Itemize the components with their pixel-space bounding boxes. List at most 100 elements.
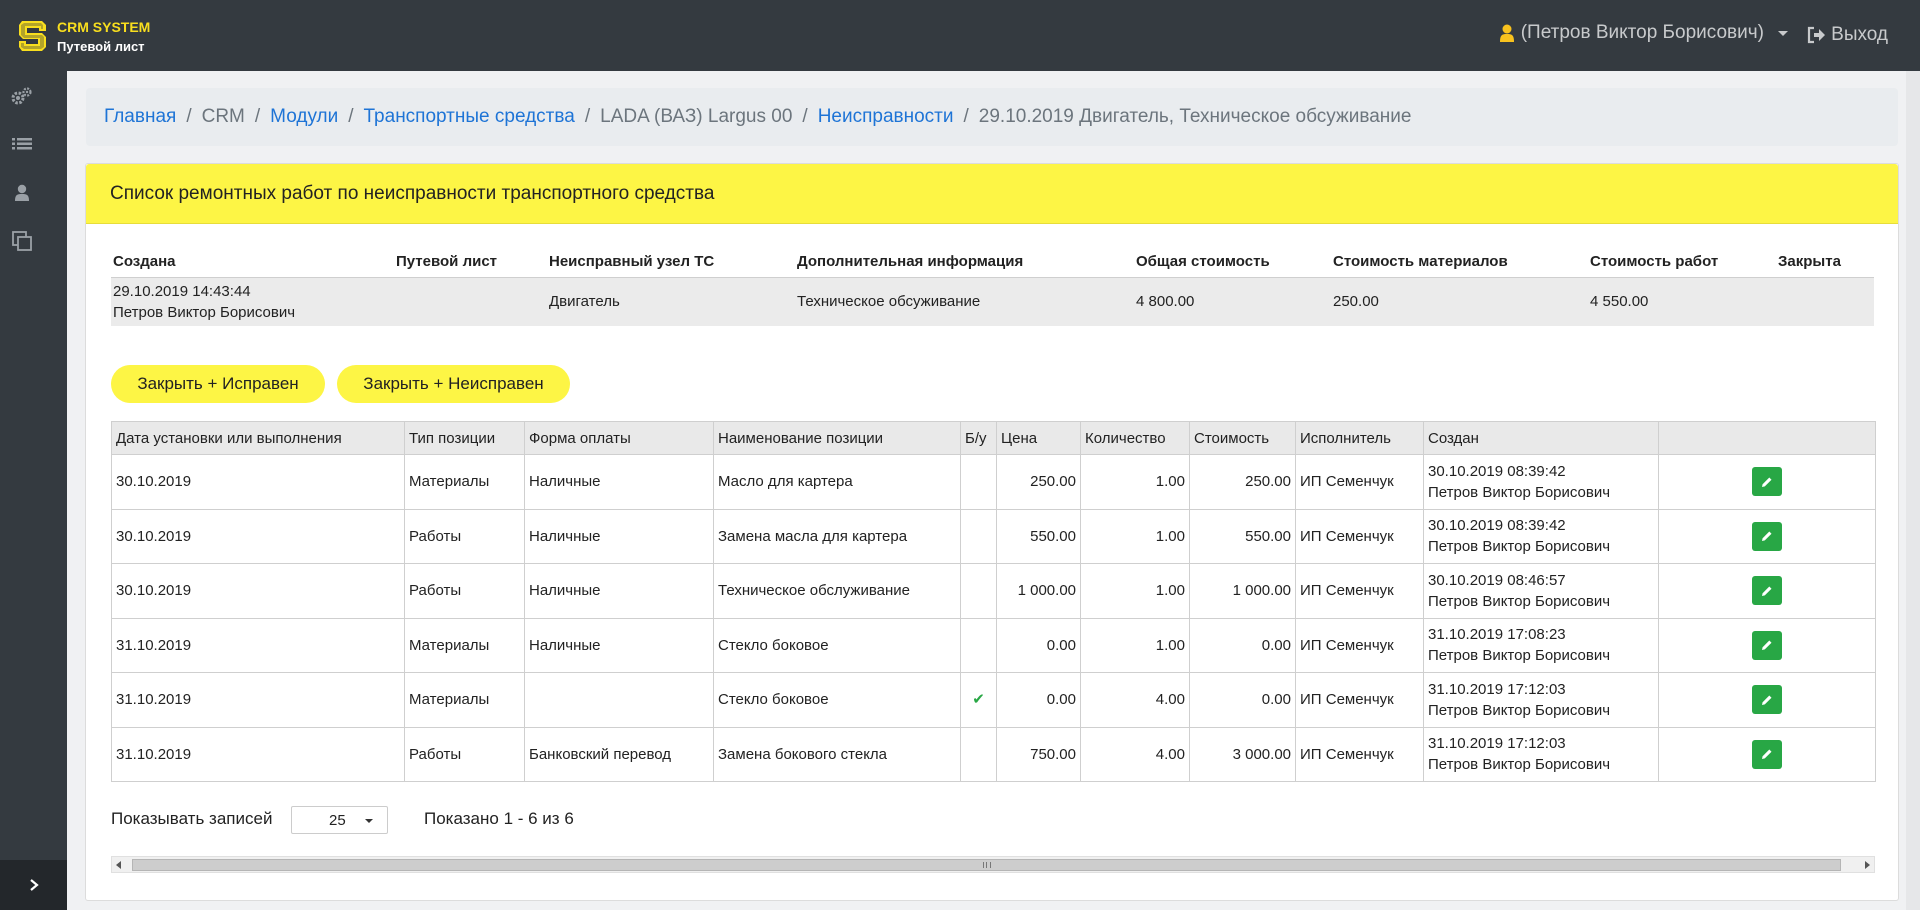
cell-used xyxy=(960,508,997,564)
summary-info: Техническое обсуживание xyxy=(795,277,1134,326)
edit-button[interactable] xyxy=(1752,521,1782,551)
close-faulty-button[interactable]: Закрыть + Неисправен xyxy=(337,365,570,403)
horizontal-scrollbar[interactable] xyxy=(111,856,1875,873)
summary-row: 29.10.2019 14:43:44 Петров Виктор Борисо… xyxy=(111,277,1874,326)
breadcrumb-separator: / xyxy=(802,106,808,127)
cell-executor: ИП Семенчук xyxy=(1295,563,1424,619)
copy-icon[interactable] xyxy=(11,230,33,252)
sidebar-toggle-button[interactable] xyxy=(0,860,67,910)
user-icon xyxy=(1499,24,1514,42)
summary-header-info: Дополнительная информация xyxy=(795,247,1134,278)
breadcrumb-faults[interactable]: Неисправности xyxy=(818,106,954,128)
close-fixed-button[interactable]: Закрыть + Исправен xyxy=(111,365,325,403)
cell-name: Замена масла для картера xyxy=(713,508,961,564)
header-used[interactable]: Б/у xyxy=(960,421,997,455)
cell-actions xyxy=(1658,508,1876,564)
created-at: 31.10.2019 17:08:23 xyxy=(1428,626,1566,644)
breadcrumb-separator: / xyxy=(584,106,591,127)
summary-works: 4 550.00 xyxy=(1588,277,1776,326)
summary-header-created: Создана xyxy=(111,247,394,278)
summary-header-total: Общая стоимость xyxy=(1134,247,1331,278)
scrollbar-thumb[interactable] xyxy=(132,859,1841,871)
cell-cost: 250.00 xyxy=(1189,454,1296,510)
cell-created: 31.10.2019 17:12:03 Петров Виктор Борисо… xyxy=(1423,672,1659,728)
brand[interactable]: CRM SYSTEM Путевой лист xyxy=(57,18,150,56)
logout-link[interactable]: Выход xyxy=(1807,24,1888,46)
header-created[interactable]: Создан xyxy=(1423,421,1659,455)
table-row: 30.10.2019 Материалы Наличные Масло для … xyxy=(111,454,1876,510)
cell-payment: Наличные xyxy=(524,617,714,673)
summary-header-materials: Стоимость материалов xyxy=(1331,247,1588,278)
cell-created: 31.10.2019 17:12:03 Петров Виктор Борисо… xyxy=(1423,726,1659,782)
user-menu[interactable]: (Петров Виктор Борисович) xyxy=(1499,22,1788,44)
header-qty[interactable]: Количество xyxy=(1080,421,1190,455)
created-at: 30.10.2019 08:39:42 xyxy=(1428,517,1566,535)
breadcrumb-vehicles[interactable]: Транспортные средства xyxy=(364,106,575,128)
edit-button[interactable] xyxy=(1752,685,1782,715)
cell-qty: 1.00 xyxy=(1080,617,1190,673)
cell-executor: ИП Семенчук xyxy=(1295,672,1424,728)
cell-name: Стекло боковое xyxy=(713,617,961,673)
cell-date: 31.10.2019 xyxy=(111,672,405,728)
breadcrumb-home[interactable]: Главная xyxy=(104,106,176,128)
pencil-icon xyxy=(1762,695,1772,705)
header-executor[interactable]: Исполнитель xyxy=(1295,421,1424,455)
summary-total: 4 800.00 xyxy=(1134,277,1331,326)
page-scrollbar[interactable] xyxy=(1906,71,1920,910)
header-date[interactable]: Дата установки или выполнения xyxy=(111,421,405,455)
created-at: 31.10.2019 17:12:03 xyxy=(1428,680,1566,698)
cell-created: 30.10.2019 08:39:42 Петров Виктор Борисо… xyxy=(1423,508,1659,564)
cell-name: Масло для картера xyxy=(713,454,961,510)
card-title: Список ремонтных работ по неисправности … xyxy=(86,164,1898,224)
cell-payment: Наличные xyxy=(524,508,714,564)
cell-payment: Банковский перевод xyxy=(524,726,714,782)
created-by: Петров Виктор Борисович xyxy=(1428,592,1611,610)
gears-icon[interactable] xyxy=(11,85,33,107)
created-at: 31.10.2019 17:12:03 xyxy=(1428,735,1566,753)
table-row: 31.10.2019 Материалы Наличные Стекло бок… xyxy=(111,617,1876,673)
user-icon[interactable] xyxy=(11,182,33,204)
repair-works-card: Список ремонтных работ по неисправности … xyxy=(85,163,1899,901)
breadcrumb-separator: / xyxy=(254,106,261,127)
logo-icon[interactable] xyxy=(18,18,48,54)
cell-cost: 550.00 xyxy=(1189,508,1296,564)
edit-button[interactable] xyxy=(1752,576,1782,606)
cell-created: 30.10.2019 08:46:57 Петров Виктор Борисо… xyxy=(1423,563,1659,619)
pagination-info: Показано 1 - 6 из 6 xyxy=(424,809,574,828)
cell-date: 30.10.2019 xyxy=(111,454,405,510)
header-price[interactable]: Цена xyxy=(996,421,1081,455)
summary-waybill xyxy=(394,277,547,326)
cell-date: 30.10.2019 xyxy=(111,508,405,564)
sidebar xyxy=(0,71,67,910)
cell-name: Замена бокового стекла xyxy=(713,726,961,782)
breadcrumb-modules[interactable]: Модули xyxy=(270,106,338,128)
created-by: Петров Виктор Борисович xyxy=(1428,756,1611,774)
summary-header-closed: Закрыта xyxy=(1776,247,1874,278)
cell-cost: 1 000.00 xyxy=(1189,563,1296,619)
cell-type: Работы xyxy=(404,508,525,564)
scroll-right-icon[interactable] xyxy=(1865,861,1870,869)
page-size-select[interactable]: 25 xyxy=(291,806,388,834)
scroll-left-icon[interactable] xyxy=(116,861,121,869)
edit-button[interactable] xyxy=(1752,630,1782,660)
header-type[interactable]: Тип позиции xyxy=(404,421,525,455)
breadcrumb-crm: CRM xyxy=(201,106,245,127)
summary-created-by: Петров Виктор Борисович xyxy=(113,303,296,321)
cell-qty: 4.00 xyxy=(1080,726,1190,782)
header-name[interactable]: Наименование позиции xyxy=(713,421,961,455)
cell-payment xyxy=(524,672,714,728)
cell-qty: 1.00 xyxy=(1080,508,1190,564)
cell-actions xyxy=(1658,454,1876,510)
list-icon[interactable] xyxy=(11,134,33,156)
cell-actions xyxy=(1658,726,1876,782)
summary-header-waybill: Путевой лист xyxy=(394,247,547,278)
table-row: 30.10.2019 Работы Наличные Техническое о… xyxy=(111,563,1876,619)
cell-used: ✔ xyxy=(960,672,997,728)
header-payment[interactable]: Форма оплаты xyxy=(524,421,714,455)
grip-icon xyxy=(983,862,991,868)
cell-name: Стекло боковое xyxy=(713,672,961,728)
cell-price: 1 000.00 xyxy=(996,563,1081,619)
header-cost[interactable]: Стоимость xyxy=(1189,421,1296,455)
edit-button[interactable] xyxy=(1752,739,1782,769)
edit-button[interactable] xyxy=(1752,467,1782,497)
